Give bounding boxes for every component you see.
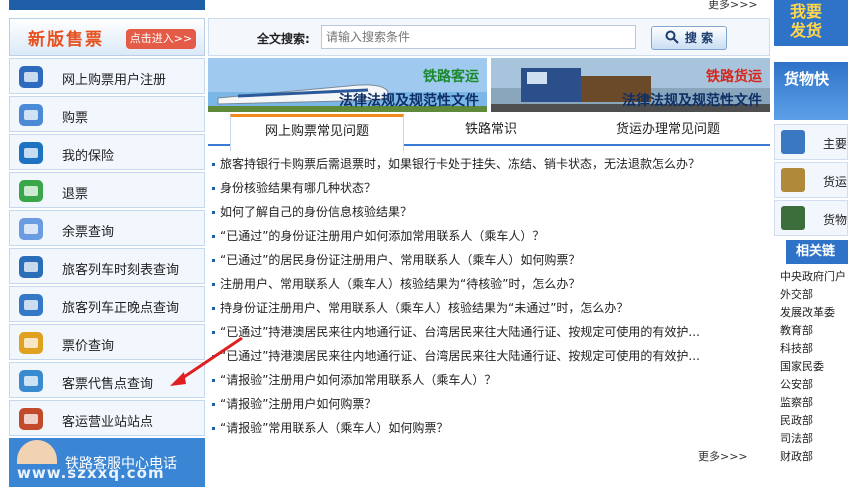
ship-goods-label-line1: 我要 [790, 2, 823, 21]
search-input[interactable] [321, 25, 636, 49]
faq-question-link[interactable]: “已通过”持港澳居民来往内地通行证、台湾居民来往大陆通行证、按规定可使用的有效护… [208, 320, 770, 344]
freight-banner-subtitle: 法律法规及规范性文件 [622, 93, 762, 109]
passenger-banner-title: 铁路客运 [423, 69, 479, 85]
search-icon [665, 30, 679, 44]
related-link[interactable]: 外交部 [780, 286, 848, 304]
related-link[interactable]: 教育部 [780, 322, 848, 340]
faq-question-link[interactable]: “已通过”持港澳居民来往内地通行证、台湾居民来往大陆通行证、按规定可使用的有效护… [208, 344, 770, 368]
right-link-2[interactable]: 货运 [774, 162, 848, 198]
freight-train-icon [781, 206, 805, 230]
insurance-shield-icon [16, 139, 46, 167]
more-link-bottom[interactable]: 更多>>> [698, 448, 748, 464]
right-link-3[interactable]: 货物 [774, 200, 848, 236]
search-label: 全文搜索: [257, 32, 310, 46]
cargo-express-banner[interactable]: 货物快 [774, 62, 848, 120]
related-link[interactable]: 民政部 [780, 412, 848, 430]
related-link[interactable]: 科技部 [780, 340, 848, 358]
remaining-tickets-icon [16, 215, 46, 243]
sidebar-item-10[interactable]: 客运营业站站点 [9, 400, 205, 436]
tab-railway-knowledge[interactable]: 铁路常识 [436, 114, 546, 146]
tab-freight-faq[interactable]: 货运办理常见问题 [588, 114, 748, 146]
sidebar-item-6[interactable]: 旅客列车时刻表查询 [9, 248, 205, 284]
ledger-icon [781, 130, 805, 154]
sidebar-item-label: 票价查询 [62, 339, 115, 354]
cargo-express-label: 货物快 [784, 70, 830, 88]
passenger-banner-subtitle: 法律法规及规范性文件 [339, 93, 479, 109]
ship-goods-label-line2: 发货 [790, 21, 823, 40]
main-content: 更多>>> 全文搜索: 搜 索 铁路客运 法律法规及规范性文件 [208, 0, 770, 487]
freight-banner-title: 铁路货运 [706, 69, 762, 85]
related-link[interactable]: 财政部 [780, 448, 848, 466]
sidebar-item-label: 退票 [62, 187, 89, 202]
new-ticketing-banner[interactable]: 新版售票 点击进入>> [9, 18, 205, 56]
watermark-text: www.szxxq.com [17, 464, 165, 482]
sidebar-item-8[interactable]: 票价查询 [9, 324, 205, 360]
clock-icon [16, 291, 46, 319]
refund-arrow-icon [16, 177, 46, 205]
sidebar-item-4[interactable]: 退票 [9, 172, 205, 208]
train-schedule-icon [16, 253, 46, 281]
related-link[interactable]: 监察部 [780, 394, 848, 412]
right-sidebar: 我要 发货 货物快 主要货运货物 相关链 中央政府门户 外交部 发展改革委 教育部 科技… [774, 0, 848, 487]
related-link[interactable]: 公安部 [780, 376, 848, 394]
faq-question-link[interactable]: 如何了解自己的身份信息核验结果？ [208, 200, 770, 224]
faq-list: 旅客持银行卡购票后需退票时，如果银行卡处于挂失、冻结、销卡状态，无法退款怎么办？… [208, 152, 770, 440]
enter-button[interactable]: 点击进入>> [126, 29, 196, 49]
freight-regulations-banner[interactable]: 铁路货运 法律法规及规范性文件 [491, 58, 770, 112]
sidebar-item-9[interactable]: 客票代售点查询 [9, 362, 205, 398]
related-link[interactable]: 国家民委 [780, 358, 848, 376]
faq-question-link[interactable]: “已通过”的居民身份证注册用户、常用联系人（乘车人）如何购票？ [208, 248, 770, 272]
related-link[interactable]: 司法部 [780, 430, 848, 448]
sidebar-item-label: 网上购票用户注册 [62, 73, 167, 88]
service-agent-avatar [17, 440, 57, 464]
agency-store-icon [16, 367, 46, 395]
related-links-heading: 相关链 [786, 240, 848, 264]
right-link-label: 主要 [823, 137, 848, 151]
faq-question-link[interactable]: “已通过”的身份证注册用户如何添加常用联系人（乘车人）？ [208, 224, 770, 248]
sidebar-item-5[interactable]: 余票查询 [9, 210, 205, 246]
faq-question-link[interactable]: 注册用户、常用联系人（乘车人）核验结果为“待核验”时，怎么办？ [208, 272, 770, 296]
calculator-icon [781, 168, 805, 192]
related-link[interactable]: 中央政府门户 [780, 268, 848, 286]
faq-question-link[interactable]: 身份核验结果有哪几种状态？ [208, 176, 770, 200]
more-link-top[interactable]: 更多>>> [708, 0, 758, 12]
new-ticketing-title: 新版售票 [28, 30, 104, 50]
sidebar-item-label: 客运营业站站点 [62, 415, 154, 430]
faq-question-link[interactable]: “请报验”注册用户如何购票？ [208, 392, 770, 416]
left-sidebar: 新版售票 点击进入>> 网上购票用户注册 购票我的保险退票余票查询旅客列车时刻表查… [9, 0, 205, 487]
sidebar-item-label: 我的保险 [62, 149, 115, 164]
right-link-label: 货运 [823, 175, 848, 189]
faq-question-link[interactable]: 旅客持银行卡购票后需退票时，如果银行卡处于挂失、冻结、销卡状态，无法退款怎么办？ [208, 152, 770, 176]
faq-question-link[interactable]: 持身份证注册用户、常用联系人（乘车人）核验结果为“未通过”时，怎么办？ [208, 296, 770, 320]
search-button[interactable]: 搜 索 [651, 26, 727, 50]
sidebar-item-7[interactable]: 旅客列车正晚点查询 [9, 286, 205, 322]
passenger-regulations-banner[interactable]: 铁路客运 法律法规及规范性文件 [208, 58, 487, 112]
sidebar-item-label: 旅客列车时刻表查询 [62, 263, 180, 278]
ticket-icon [16, 101, 46, 129]
tab-online-ticketing-faq[interactable]: 网上购票常见问题 [230, 114, 404, 151]
faq-tabs: 网上购票常见问题 铁路常识 货运办理常见问题 [208, 114, 770, 151]
faq-question-link[interactable]: “请报验”常用联系人（乘车人）如何购票？ [208, 416, 770, 440]
sidebar-item-2[interactable]: 购票 [9, 96, 205, 132]
right-link-1[interactable]: 主要 [774, 124, 848, 160]
price-yen-icon [16, 329, 46, 357]
sidebar-item-label: 购票 [62, 111, 89, 126]
sidebar-item-label: 旅客列车正晚点查询 [62, 301, 180, 316]
search-button-label: 搜 索 [684, 31, 714, 45]
left-top-bar [9, 0, 205, 10]
faq-question-link[interactable]: “请报验”注册用户如何添加常用联系人（乘车人）？ [208, 368, 770, 392]
station-house-icon [16, 405, 46, 433]
customer-service-phone-banner[interactable]: 铁路客服中心电话 www.szxxq.com [9, 438, 205, 487]
user-register-icon [16, 63, 46, 91]
sidebar-item-label: 余票查询 [62, 225, 115, 240]
right-link-label: 货物 [823, 213, 848, 227]
ship-goods-button[interactable]: 我要 发货 [774, 0, 848, 46]
sidebar-item-1[interactable]: 网上购票用户注册 [9, 58, 205, 94]
search-bar: 全文搜索: 搜 索 [208, 18, 770, 56]
sidebar-item-label: 客票代售点查询 [62, 377, 154, 392]
related-link[interactable]: 发展改革委 [780, 304, 848, 322]
sidebar-item-3[interactable]: 我的保险 [9, 134, 205, 170]
